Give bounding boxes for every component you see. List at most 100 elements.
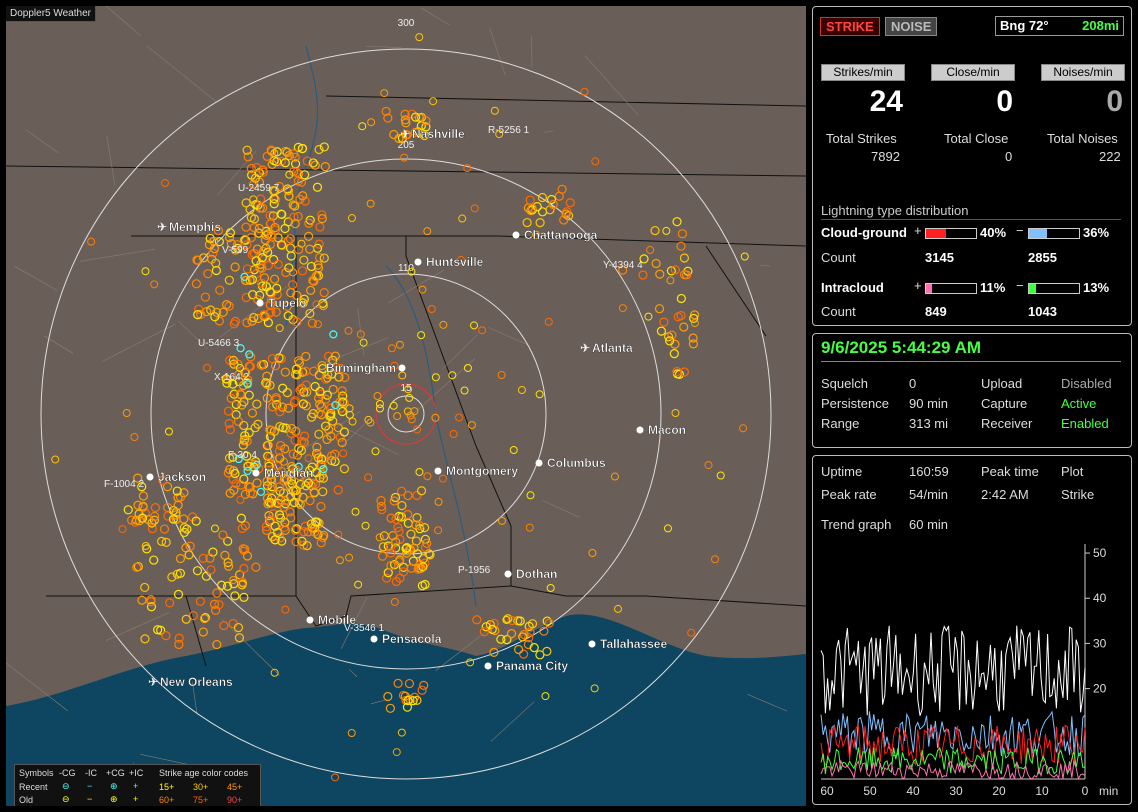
- persistence-value[interactable]: 90 min: [909, 396, 948, 411]
- neg-cg-recent-icon: ⊖: [62, 781, 70, 791]
- trend-x-label: 30: [949, 784, 963, 798]
- total-noises-label: Total Noises: [1047, 131, 1118, 146]
- strike-marker: [306, 285, 316, 295]
- state-border: [405, 236, 512, 586]
- strike-marker: [133, 500, 143, 510]
- legend-age-15: 15+: [159, 782, 175, 792]
- strike-marker: [537, 192, 547, 203]
- noise-button[interactable]: NOISE: [885, 17, 938, 36]
- strike-marker: [165, 598, 175, 608]
- total-close-value: 0: [1005, 149, 1013, 164]
- strike-marker: [403, 518, 413, 528]
- strike-marker: [313, 320, 322, 329]
- strike-marker: [310, 381, 320, 392]
- strike-marker: [460, 386, 469, 395]
- cloud-ground-label: Cloud-ground: [821, 225, 907, 240]
- strike-marker: [676, 293, 686, 304]
- strike-marker: [651, 258, 661, 269]
- strike-marker: [412, 513, 422, 523]
- legend-recent-label: Recent: [19, 782, 48, 792]
- lightning-map[interactable]: 300 205 110 15 ✈ Nashville ✈ Memphis Chattanooga…: [6, 6, 806, 806]
- strike-marker: [535, 218, 545, 228]
- strike-marker: [427, 305, 436, 314]
- strike-marker: [160, 179, 169, 188]
- strike-marker: [318, 487, 328, 497]
- strike-marker: [591, 157, 600, 166]
- cg-positive-count: 3145: [925, 250, 954, 265]
- storm-tag: U-5466 3: [198, 338, 240, 349]
- strike-marker: [241, 222, 251, 232]
- county-line: [488, 327, 530, 347]
- county-line: [542, 500, 580, 518]
- receiver-value[interactable]: Enabled: [1061, 416, 1109, 431]
- strike-marker: [252, 399, 262, 409]
- range-value[interactable]: 313 mi: [909, 416, 948, 431]
- strike-marker: [344, 326, 353, 335]
- range-label: Range: [821, 416, 860, 431]
- strike-marker: [395, 340, 404, 349]
- upload-value[interactable]: Disabled: [1061, 376, 1112, 391]
- airport-icon: ✈: [400, 127, 410, 141]
- distribution-divider: [821, 219, 1121, 220]
- strike-marker: [376, 495, 386, 506]
- strike-marker: [236, 495, 245, 504]
- peak-rate-value: 54/min: [909, 487, 949, 502]
- legend-symbols-label: Symbols: [19, 768, 54, 778]
- strike-marker: [251, 562, 261, 572]
- strike-marker: [339, 464, 350, 474]
- strike-marker: [359, 338, 368, 347]
- city-dot: [398, 364, 406, 372]
- strike-marker: [677, 229, 688, 239]
- trend-graph-value[interactable]: 60 min: [909, 517, 948, 532]
- city-label: Meridian: [264, 466, 313, 480]
- city-label: Columbus: [547, 456, 606, 470]
- city-dot: [370, 635, 378, 643]
- intracloud-label: Intracloud: [821, 280, 884, 295]
- map-canvas[interactable]: 30020511015✈ Nashville✈ MemphisChattanooga…: [6, 6, 806, 806]
- strike-marker: [239, 420, 249, 431]
- strike-marker: [315, 222, 325, 232]
- capture-label: Capture: [981, 396, 1028, 411]
- strike-marker: [221, 300, 232, 310]
- strike-marker: [198, 627, 208, 637]
- plot-label: Plot: [1061, 464, 1084, 479]
- strike-marker: [418, 285, 427, 294]
- strike-marker: [364, 473, 373, 482]
- strike-marker: [412, 490, 422, 501]
- plot-value[interactable]: Strike: [1061, 487, 1094, 502]
- neg-cg-old-icon: ⊖: [62, 794, 70, 804]
- county-line: [543, 130, 554, 133]
- strike-marker: [301, 351, 311, 362]
- status-panel: STRIKE NOISE Bng 72° 208mi Strikes/min C…: [812, 6, 1132, 326]
- strike-marker: [434, 526, 443, 535]
- strike-marker: [242, 318, 252, 328]
- strike-marker: [269, 274, 280, 284]
- strike-marker: [215, 285, 225, 295]
- strike-marker: [280, 367, 290, 377]
- strike-marker: [431, 373, 440, 382]
- cg-positive-bar: [925, 228, 977, 239]
- capture-value[interactable]: Active: [1061, 396, 1096, 411]
- strike-marker: [87, 237, 96, 246]
- strike-marker: [546, 583, 555, 592]
- strike-button[interactable]: STRIKE: [820, 17, 880, 36]
- uptime-value: 160:59: [909, 464, 949, 479]
- strike-marker: [361, 521, 370, 530]
- strike-marker: [244, 390, 254, 400]
- strike-marker: [173, 500, 183, 510]
- strike-marker: [299, 255, 309, 265]
- city-dot: [636, 426, 644, 434]
- strike-marker: [554, 191, 564, 201]
- strike-marker: [546, 194, 557, 205]
- squelch-value[interactable]: 0: [909, 376, 916, 391]
- strike-marker: [233, 416, 244, 427]
- strike-marker: [688, 333, 698, 343]
- strike-marker: [666, 276, 675, 285]
- storm-tag: V-3546 1: [344, 623, 384, 634]
- strike-marker: [416, 486, 427, 496]
- strike-marker: [406, 529, 416, 539]
- county-line: [365, 45, 402, 48]
- ic-positive-pct: 11%: [980, 280, 1006, 295]
- strike-marker: [223, 406, 234, 416]
- strike-marker: [398, 567, 409, 577]
